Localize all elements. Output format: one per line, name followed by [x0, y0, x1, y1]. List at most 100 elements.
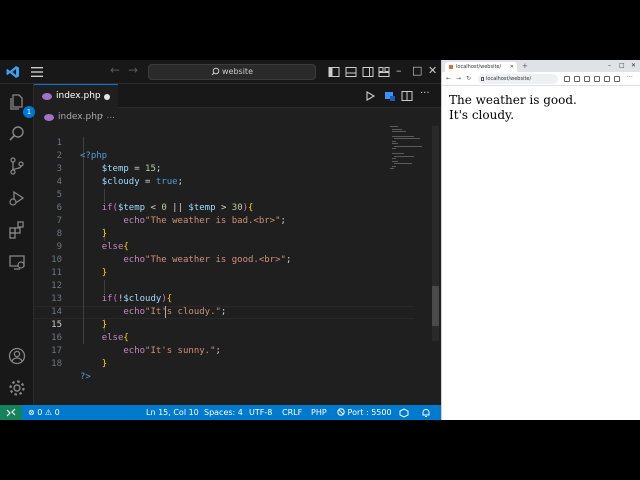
code-line: 11 — [34, 254, 441, 278]
code-line: 12 if(!$cloudy){ — [34, 267, 441, 304]
browser-toolbar: ← → ↻ localhost/website/ ··· — [442, 72, 640, 86]
code-line: 5 if($temp < 0 || $temp > 30){ — [34, 176, 441, 213]
run-file-icon[interactable] — [364, 90, 376, 102]
cursor-position[interactable]: Ln 15, Col 10 — [146, 405, 199, 420]
unsaved-dot-icon[interactable] — [104, 94, 110, 100]
output-line-1: The weather is good. — [449, 93, 577, 107]
browser-reload-icon[interactable]: ↻ — [466, 75, 471, 82]
eol-setting[interactable]: CRLF — [282, 405, 302, 420]
extensions-icon[interactable] — [7, 220, 27, 240]
code-token: } — [101, 359, 108, 369]
profile-icon[interactable] — [614, 76, 620, 82]
live-server-port-label: Port : 5500 — [347, 408, 392, 417]
live-server-port[interactable]: Port : 5500 — [337, 405, 392, 420]
search-icon — [211, 67, 220, 76]
zoom-icon[interactable] — [564, 76, 570, 82]
tab-index-php[interactable]: index.php — [34, 84, 118, 108]
code-line: 1 <?php — [34, 124, 441, 161]
language-mode[interactable]: PHP — [311, 405, 327, 420]
code-line: 17 } — [34, 332, 441, 369]
code-text: } — [80, 358, 107, 371]
manage-gear-icon[interactable] — [7, 378, 27, 398]
explorer-button[interactable]: 1 — [7, 92, 35, 118]
address-bar-url: localhost/website/ — [486, 76, 532, 82]
notifications-bell-icon[interactable] — [421, 408, 431, 418]
breadcrumb-separator[interactable]: › ... — [100, 111, 115, 121]
new-tab-icon[interactable]: + — [522, 62, 528, 70]
browser-window: localhost/website/ ✕ + – □ ✕ ← → ↻ local… — [441, 60, 640, 420]
browser-close-icon[interactable]: ✕ — [631, 62, 636, 69]
block-icon — [337, 408, 345, 416]
php-file-icon — [44, 114, 54, 121]
browser-forward-icon[interactable]: → — [456, 75, 461, 82]
back-arrow-icon[interactable]: ← — [110, 63, 120, 77]
close-icon[interactable]: ✕ — [428, 64, 437, 77]
code-line: 10 } — [34, 241, 441, 278]
remote-indicator[interactable] — [0, 405, 22, 420]
browser-menu-icon[interactable]: ··· — [627, 74, 633, 81]
problems-indicator[interactable]: ⊗ 0 ⚠ 0 — [28, 405, 60, 420]
forward-arrow-icon[interactable]: → — [128, 63, 138, 77]
browser-minimize-icon[interactable]: – — [608, 62, 611, 69]
split-editor-icon[interactable] — [401, 90, 413, 102]
code-line: 14 } — [34, 293, 441, 330]
feedback-icon[interactable] — [399, 408, 409, 418]
code-line: 2 $temp = 15; — [34, 137, 441, 174]
browser-back-icon[interactable]: ← — [446, 75, 451, 82]
menu-icon[interactable] — [30, 66, 44, 78]
encoding-setting[interactable]: UTF-8 — [249, 405, 272, 420]
scrollbar-thumb[interactable] — [432, 286, 439, 326]
indentation-setting[interactable]: Spaces: 4 — [204, 405, 243, 420]
remote-explorer-icon[interactable] — [7, 252, 27, 272]
favorites-icon[interactable] — [594, 76, 600, 82]
code-line: 3 $cloudy = true; — [34, 150, 441, 187]
minimize-icon[interactable]: – — [396, 64, 402, 77]
code-line: 7 } — [34, 202, 441, 239]
browser-tab-strip: localhost/website/ ✕ + – □ ✕ — [442, 60, 640, 72]
search-icon[interactable] — [7, 124, 27, 144]
activity-bar: 1 — [0, 84, 35, 407]
code-line-active: 15 else{ — [34, 306, 441, 343]
code-editor[interactable]: 1 <?php 2 $temp = 15; 3 $cloudy = true; … — [34, 124, 441, 407]
code-line: 16 echo"It's sunny."; — [34, 319, 441, 356]
more-actions-icon[interactable]: ··· — [420, 88, 432, 100]
line-number: 18 — [51, 359, 62, 369]
favicon-icon — [449, 65, 453, 69]
text-cursor — [165, 306, 166, 318]
vertical-scrollbar[interactable] — [432, 126, 439, 341]
customize-layout-icon[interactable] — [378, 66, 390, 78]
browser-maximize-icon[interactable]: □ — [619, 62, 625, 69]
run-debug-icon[interactable] — [7, 188, 27, 208]
toggle-panel-icon[interactable] — [345, 66, 357, 78]
browser-tab-title: localhost/website/ — [456, 64, 502, 70]
go-live-icon[interactable] — [384, 90, 396, 102]
toggle-secondary-sidebar-icon[interactable] — [362, 66, 374, 78]
code-line: 8 else{ — [34, 215, 441, 252]
vscode-window: ← → website – □ ✕ 1 index.php ··· index.… — [0, 60, 441, 420]
title-bar: ← → website – □ ✕ — [0, 60, 441, 84]
source-control-icon[interactable] — [7, 156, 27, 176]
breadcrumb-file[interactable]: index.php — [58, 112, 103, 122]
php-close-tag: ?> — [80, 372, 91, 382]
address-bar[interactable]: localhost/website/ — [478, 74, 558, 84]
tab-label: index.php — [56, 91, 101, 101]
code-line: 9 echo"The weather is good.<br>"; — [34, 228, 441, 265]
maximize-icon[interactable]: □ — [412, 64, 422, 77]
command-center-search[interactable]: website — [148, 64, 316, 80]
code-line: 4 — [34, 163, 441, 187]
php-file-icon — [42, 93, 52, 100]
bookmark-star-icon[interactable] — [574, 76, 580, 82]
browser-tab[interactable]: localhost/website/ ✕ — [445, 62, 517, 72]
site-info-icon[interactable] — [481, 77, 484, 81]
close-tab-icon[interactable]: ✕ — [510, 62, 514, 72]
command-center-label: website — [222, 67, 253, 76]
minimap[interactable] — [390, 126, 430, 186]
toggle-primary-sidebar-icon[interactable] — [328, 66, 340, 78]
account-icon[interactable] — [7, 346, 27, 366]
remote-icon — [6, 408, 16, 417]
collections-icon[interactable] — [604, 76, 610, 82]
extensions-icon[interactable] — [584, 76, 590, 82]
code-line: 18 ?> — [34, 345, 441, 382]
code-line: 13 echo"It's cloudy."; — [34, 280, 441, 317]
